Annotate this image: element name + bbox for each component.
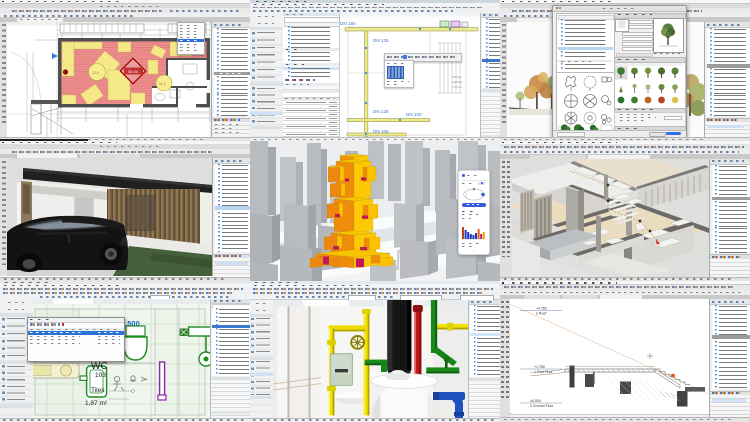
svg-text:WC: WC	[91, 361, 108, 372]
svg-text:2 Roof: 2 Roof	[536, 312, 546, 316]
svg-text:+4,780: +4,780	[536, 307, 547, 311]
svg-text:1 First Floor: 1 First Floor	[534, 370, 554, 374]
svg-text:648 kg: 648 kg	[452, 75, 461, 79]
svg-text:DN 125: DN 125	[373, 109, 389, 114]
svg-text:DN 160: DN 160	[340, 21, 356, 26]
svg-text:Pallozzi: Pallozzi	[452, 80, 463, 84]
svg-text:103: 103	[95, 372, 106, 379]
svg-text:1,87 m²: 1,87 m²	[85, 400, 108, 407]
svg-text:0 Ground Floor: 0 Ground Floor	[530, 404, 554, 408]
svg-text:DN 100: DN 100	[373, 129, 389, 134]
svg-text:Tiles: Tiles	[91, 387, 105, 394]
svg-text:DN 125: DN 125	[373, 38, 389, 43]
svg-text:+1,780: +1,780	[534, 365, 545, 369]
svg-text:h 31 m³: h 31 m³	[452, 85, 462, 89]
svg-text:DN 100: DN 100	[406, 112, 422, 117]
svg-text:±0,000: ±0,000	[530, 399, 541, 403]
